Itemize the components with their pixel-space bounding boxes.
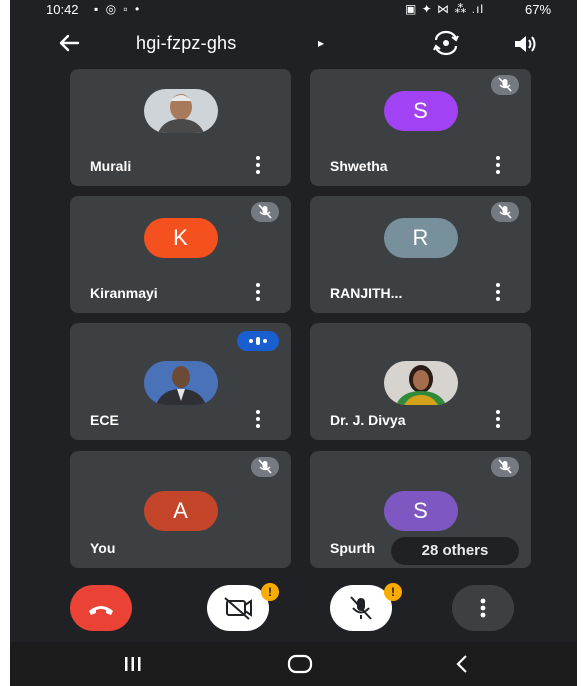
- participant-tile[interactable]: K Kiranmayi: [70, 196, 291, 313]
- home-icon[interactable]: [287, 654, 313, 674]
- participant-name: Spurth: [330, 540, 376, 556]
- mic-off-icon: [350, 596, 372, 620]
- participant-menu-button[interactable]: [493, 410, 503, 430]
- participant-name: Murali: [90, 158, 132, 174]
- more-vert-icon: [480, 598, 486, 618]
- camera-warning-icon: !: [261, 583, 279, 601]
- participant-tile[interactable]: R RANJITH...: [310, 196, 531, 313]
- signal-icons: ▣ ✦ ⋈ ⁂ .ıl: [405, 2, 485, 16]
- back-button[interactable]: [54, 28, 84, 58]
- muted-mic-icon: [491, 75, 519, 95]
- status-time: 10:42: [46, 2, 79, 17]
- participant-photo-avatar: [383, 361, 458, 405]
- participant-initial-avatar: R: [383, 218, 458, 258]
- notification-icons: ▪ ◎ ▫ •: [94, 2, 142, 16]
- muted-mic-icon: [251, 202, 279, 222]
- meeting-code[interactable]: hgi-fzpz-ghs: [136, 33, 236, 54]
- switch-camera-icon: [433, 30, 459, 56]
- nav-back-icon[interactable]: [454, 654, 470, 674]
- muted-mic-icon: [491, 202, 519, 222]
- speaker-icon: [515, 36, 536, 52]
- more-options-button[interactable]: [452, 585, 514, 631]
- battery-level: 67%: [525, 2, 552, 17]
- participant-menu-button[interactable]: [253, 410, 263, 430]
- participant-initial-avatar: S: [383, 91, 458, 131]
- participant-tile[interactable]: S Shwetha: [310, 69, 531, 186]
- participant-tile[interactable]: A You: [70, 451, 291, 568]
- meeting-details-caret-icon[interactable]: ▸: [318, 36, 324, 50]
- recent-apps-icon[interactable]: [123, 656, 143, 672]
- participant-tile[interactable]: Murali: [70, 69, 291, 186]
- meet-screen: 10:42 ▪ ◎ ▫ • ▣ ✦ ⋈ ⁂ .ıl 67% hgi-fzpz-g…: [10, 0, 577, 686]
- participant-name: Shwetha: [330, 158, 388, 174]
- microphone-toggle-button[interactable]: !: [330, 583, 402, 631]
- speaking-indicator-icon: [237, 331, 279, 351]
- audio-output-button[interactable]: [510, 29, 540, 59]
- participant-menu-button[interactable]: [253, 156, 263, 176]
- status-bar: 10:42 ▪ ◎ ▫ • ▣ ✦ ⋈ ⁂ .ıl 67%: [10, 0, 577, 22]
- muted-mic-icon: [251, 457, 279, 477]
- switch-camera-button[interactable]: [430, 28, 462, 58]
- participant-menu-button[interactable]: [253, 283, 263, 303]
- participant-initial-avatar: A: [143, 491, 218, 531]
- participant-initial-avatar: K: [143, 218, 218, 258]
- system-nav-bar: [10, 642, 577, 686]
- participant-tile[interactable]: Dr. J. Divya: [310, 323, 531, 440]
- participant-menu-button[interactable]: [493, 156, 503, 176]
- participant-name: Dr. J. Divya: [330, 412, 406, 428]
- hang-up-icon: [89, 606, 113, 615]
- meeting-header: hgi-fzpz-ghs ▸: [10, 22, 577, 66]
- participant-name: You: [90, 540, 116, 556]
- participant-tile[interactable]: ECE: [70, 323, 291, 440]
- participant-initial-avatar: S: [383, 491, 458, 531]
- camera-off-icon: [224, 597, 252, 620]
- muted-mic-icon: [491, 457, 519, 477]
- others-count-button[interactable]: 28 others: [391, 537, 519, 565]
- participant-photo-avatar: [143, 361, 218, 405]
- back-arrow-icon: [59, 34, 80, 52]
- participant-photo-avatar: [143, 89, 218, 133]
- participant-name: Kiranmayi: [90, 285, 158, 301]
- camera-toggle-button[interactable]: !: [207, 583, 279, 631]
- end-call-button[interactable]: [70, 585, 132, 631]
- participant-name: ECE: [90, 412, 119, 428]
- mic-warning-icon: !: [384, 583, 402, 601]
- participant-menu-button[interactable]: [493, 283, 503, 303]
- participant-name: RANJITH...: [330, 285, 403, 301]
